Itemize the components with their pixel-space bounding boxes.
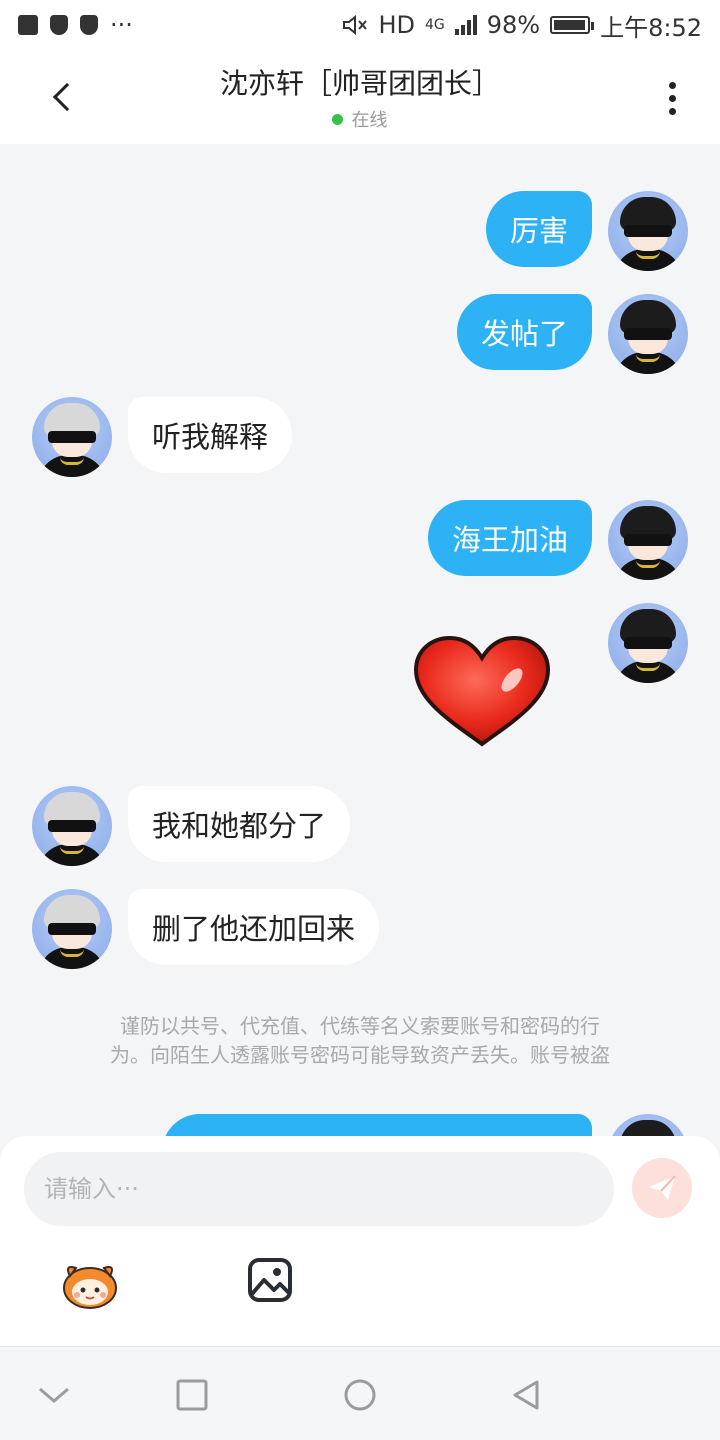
input-panel — [0, 1136, 720, 1346]
send-button[interactable] — [632, 1158, 692, 1218]
message-text: 我和她都分了 — [152, 809, 327, 843]
message-text: 听我解释 — [152, 420, 269, 454]
battery-icon — [550, 16, 595, 34]
message-bubble-incoming[interactable]: 我和她都分了 — [128, 786, 351, 862]
nav-back-button[interactable] — [506, 1375, 546, 1415]
mute-icon — [343, 14, 368, 36]
security-notice-line: 为。向陌生人透露账号密码可能导致资产丢失。账号被盗 — [110, 1043, 610, 1067]
send-icon — [649, 1175, 676, 1200]
emoji-mascot-icon[interactable] — [60, 1258, 120, 1310]
nav-recents-button[interactable] — [172, 1375, 212, 1415]
back-button[interactable] — [40, 72, 86, 122]
contact-avatar[interactable] — [32, 397, 112, 477]
message-text: 删了他还加回来 — [152, 912, 356, 946]
recents-icon — [176, 1379, 208, 1411]
message-bubble-incoming[interactable]: 删了他还加回来 — [128, 889, 380, 965]
nav-collapse-button[interactable] — [34, 1375, 74, 1415]
message-text: 海王加油 — [451, 523, 568, 557]
message-text: 厉害 — [509, 214, 568, 248]
image-icon[interactable] — [246, 1256, 294, 1304]
heart-sticker[interactable] — [412, 634, 552, 750]
system-nav-bar — [0, 1346, 720, 1440]
nav-home-button[interactable] — [340, 1375, 380, 1415]
message-bubble-outgoing[interactable]: 海王加油 — [427, 500, 592, 576]
security-notice: 谨防以共号、代充值、代练等名义索要账号和密码的行 为。向陌生人透露账号密码可能导… — [60, 1012, 660, 1070]
message-text: 发帖了 — [480, 317, 568, 351]
battery-fill — [554, 20, 586, 30]
shield-icon — [50, 15, 68, 35]
collapse-icon — [39, 1387, 69, 1403]
network-label: 4G — [424, 17, 445, 33]
shield-icon — [80, 15, 98, 35]
status-right: HD 4G 98% 上午8:52 — [342, 8, 702, 43]
clock: 上午8:52 — [600, 13, 702, 42]
more-notifications-indicator: ··· — [110, 11, 133, 39]
battery-percent: 98% — [486, 11, 541, 39]
online-status-label: 在线 — [351, 110, 388, 131]
more-vertical-icon — [668, 81, 676, 89]
chat-header: 沈亦轩［帅哥团团长］ 在线 — [0, 50, 720, 144]
contact-avatar[interactable] — [32, 889, 112, 969]
message-icon — [18, 15, 38, 35]
status-bar: ··· HD 4G 98% 上午8:52 — [0, 0, 720, 50]
message-bubble-incoming[interactable]: 听我解释 — [128, 397, 293, 473]
message-bubble-outgoing[interactable] — [162, 1114, 592, 1136]
more-options-button[interactable] — [652, 78, 692, 118]
contact-avatar[interactable] — [32, 786, 112, 866]
status-left: ··· — [18, 11, 133, 39]
my-avatar[interactable] — [608, 294, 688, 374]
home-icon — [344, 1379, 376, 1411]
header-title-block: 沈亦轩［帅哥团团长］ 在线 — [220, 62, 500, 132]
message-bubble-outgoing[interactable]: 厉害 — [485, 191, 592, 267]
security-notice-line: 谨防以共号、代充值、代练等名义索要账号和密码的行 — [120, 1014, 600, 1038]
my-avatar[interactable] — [608, 1114, 688, 1136]
back-icon — [513, 1380, 539, 1410]
my-avatar[interactable] — [608, 603, 688, 683]
online-dot-icon — [332, 113, 344, 125]
contact-name: 沈亦轩［帅哥团团长］ — [219, 67, 500, 100]
my-avatar[interactable] — [608, 500, 688, 580]
chevron-left-icon — [52, 82, 82, 112]
online-status: 在线 — [332, 106, 387, 132]
hd-label: HD — [378, 11, 415, 39]
signal-icon — [454, 15, 477, 35]
chat-message-list[interactable]: 厉害 发帖了 听我解释 海王加油 我和她都分了 删了他还加回来 谨防以共号、代充… — [0, 144, 720, 1136]
message-bubble-outgoing[interactable]: 发帖了 — [456, 294, 592, 370]
message-input[interactable] — [24, 1152, 614, 1226]
my-avatar[interactable] — [608, 191, 688, 271]
